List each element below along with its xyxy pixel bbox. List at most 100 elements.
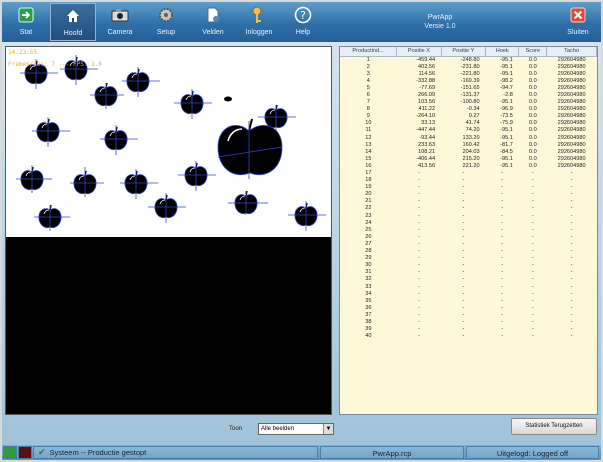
table-row[interactable]: 34 - - - - - <box>340 291 597 298</box>
table-cell: - <box>501 290 504 297</box>
table-cell: - <box>462 311 465 318</box>
table-cell: 22 <box>365 205 372 212</box>
table-cell: - <box>418 233 420 240</box>
table-row[interactable]: 19 - - - - - <box>340 184 597 191</box>
table-cell: - <box>531 311 534 318</box>
table-row[interactable]: 15 -406.44 215.20 -95.1 0.0 292604980 <box>340 156 597 163</box>
login-button[interactable]: Inloggen <box>236 3 282 41</box>
table-row[interactable]: 23 - - - - - <box>340 213 597 220</box>
table-row[interactable]: 31 - - - - - <box>340 269 597 276</box>
table-row[interactable]: 16 413.56 221.20 -95.1 0.0 292604980 <box>340 163 597 170</box>
view-select[interactable]: Alle beelden ▼ <box>258 423 334 435</box>
chevron-down-icon[interactable]: ▼ <box>323 424 333 434</box>
table-row[interactable]: 1 -459.44 -248.80 -95.1 0.0 292604980 <box>340 56 597 64</box>
table-cell: - <box>570 219 573 226</box>
help-label: Help <box>295 29 311 36</box>
results-table[interactable]: Productind... Positie X Positie Y Hoek S… <box>339 46 598 415</box>
table-cell: - <box>418 219 420 226</box>
col-score[interactable]: Score <box>518 47 548 57</box>
table-cell: 8 <box>366 106 370 113</box>
table-cell: -77.69 <box>419 84 436 91</box>
fields-button[interactable]: Velden <box>190 3 236 41</box>
table-cell: - <box>570 255 573 262</box>
col-position-x[interactable]: Positie X <box>396 47 442 57</box>
table-row[interactable]: 6 266.09 -131.37 -2.8 0.0 292604980 <box>340 92 597 99</box>
table-row[interactable]: 24 - - - - - <box>340 220 597 227</box>
table-body: 1 -459.44 -248.80 -95.1 0.0 292604980 2 402.56 -… <box>340 56 597 340</box>
table-row[interactable]: 25 - - - - - <box>340 227 597 234</box>
table-row[interactable]: 29 - - - - - <box>340 255 597 262</box>
table-row[interactable]: 4 -332.88 -169.39 -98.2 0.0 292604980 <box>340 78 597 85</box>
table-row[interactable]: 37 - - - - - <box>340 312 597 319</box>
camera-timestamp: 14:23:55 <box>8 49 37 56</box>
table-row[interactable]: 5 -77.69 -151.65 -94.7 0.0 292604980 <box>340 85 597 92</box>
table-cell: 292604980 <box>557 56 586 63</box>
table-row[interactable]: 33 - - - - - <box>340 284 597 291</box>
table-row[interactable]: 26 - - - - - <box>340 234 597 241</box>
table-row[interactable]: 2 402.56 -231.80 -95.1 0.0 292604980 <box>340 64 597 71</box>
reset-statistics-button[interactable]: Statistiek Terugzetten <box>511 418 597 435</box>
help-button[interactable]: ? Help <box>280 3 326 41</box>
col-tacho[interactable]: Tacho <box>546 47 597 57</box>
table-cell: - <box>501 198 504 205</box>
table-cell: - <box>418 311 420 318</box>
table-row[interactable]: 18 - - - - - <box>340 177 597 184</box>
table-row[interactable]: 35 - - - - - <box>340 298 597 305</box>
table-row[interactable]: 27 - - - - - <box>340 241 597 248</box>
table-row[interactable]: 21 - - - - - <box>340 198 597 205</box>
table-row[interactable]: 39 - - - - - <box>340 326 597 333</box>
table-row[interactable]: 36 - - - - - <box>340 305 597 312</box>
table-row[interactable]: 28 - - - - - <box>340 248 597 255</box>
start-button[interactable]: Stat <box>3 3 49 41</box>
home-icon <box>65 4 81 28</box>
table-cell: - <box>501 326 504 333</box>
table-row[interactable]: 40 - - - - - <box>340 333 597 340</box>
table-cell: 0.0 <box>528 56 537 63</box>
table-cell: 0.0 <box>528 106 537 113</box>
table-cell: - <box>501 177 504 184</box>
table-cell: 292604980 <box>557 63 586 70</box>
document-icon <box>205 3 221 27</box>
col-angle[interactable]: Hoek <box>485 47 520 57</box>
table-row[interactable]: 13 233.63 160.42 -81.7 0.0 292604980 <box>340 142 597 149</box>
table-row[interactable]: 9 -264.10 0.27 -73.5 0.0 292604980 <box>340 113 597 120</box>
table-cell: 0.0 <box>528 77 537 84</box>
col-position-y[interactable]: Positie Y <box>441 47 487 57</box>
table-cell: 292604980 <box>557 155 586 162</box>
table-row[interactable]: 7 103.56 -100.80 -95.1 0.0 292604980 <box>340 99 597 106</box>
table-cell: 31 <box>365 269 372 276</box>
table-row[interactable]: 14 108.21 204.03 -84.5 0.0 292604980 <box>340 149 597 156</box>
table-cell: - <box>570 318 573 325</box>
table-row[interactable]: 17 - - - - - <box>340 170 597 177</box>
table-row[interactable]: 22 - - - - - <box>340 205 597 212</box>
table-row[interactable]: 3 114.56 -221.80 -95.1 0.0 292604980 <box>340 71 597 78</box>
table-row[interactable]: 20 - - - - - <box>340 191 597 198</box>
table-cell: - <box>531 262 534 269</box>
table-row[interactable]: 32 - - - - - <box>340 276 597 283</box>
table-cell: 16 <box>365 162 372 169</box>
table-cell: 13 <box>365 141 372 148</box>
table-cell: 103.56 <box>418 99 436 106</box>
col-product-index[interactable]: Productind... <box>340 47 398 57</box>
home-button[interactable]: Hoofd <box>50 3 96 41</box>
close-button[interactable]: Sluiten <box>555 3 601 41</box>
table-row[interactable]: 30 - - - - - <box>340 262 597 269</box>
table-row[interactable]: 10 33.13 41.74 -75.9 0.0 292604980 <box>340 120 597 127</box>
view-label: Toon <box>229 426 243 432</box>
svg-text:?: ? <box>300 9 306 22</box>
table-row[interactable]: 12 -93.44 133.20 -95.1 0.0 292604980 <box>340 135 597 142</box>
table-cell: - <box>531 219 534 226</box>
table-cell: -95.1 <box>500 127 513 134</box>
system-status: ✔ Systeem -- Productie gestopt <box>33 446 318 459</box>
table-cell: - <box>531 248 534 255</box>
camera-button[interactable]: Camera <box>97 3 143 41</box>
table-cell: - <box>418 262 420 269</box>
table-cell: -0.34 <box>466 106 480 113</box>
table-row[interactable]: 11 -447.44 74.20 -95.1 0.0 292604980 <box>340 127 597 134</box>
table-cell: - <box>570 191 573 198</box>
table-cell: - <box>531 205 534 212</box>
table-row[interactable]: 38 - - - - - <box>340 319 597 326</box>
table-row[interactable]: 8 411.22 -0.34 -96.9 0.0 292604980 <box>340 106 597 113</box>
table-cell: - <box>570 177 573 184</box>
setup-button[interactable]: Setup <box>143 3 189 41</box>
